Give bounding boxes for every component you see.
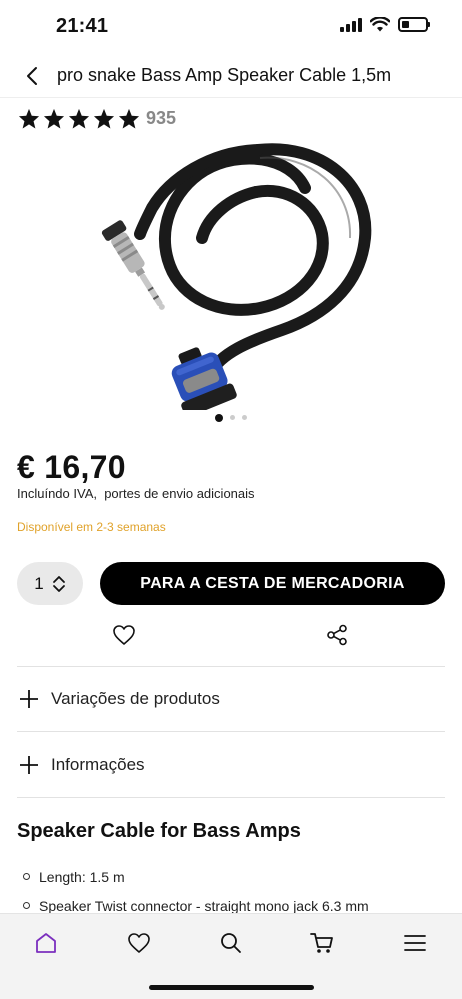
status-time: 21:41	[56, 15, 109, 37]
product-image[interactable]	[60, 138, 400, 410]
back-button[interactable]	[18, 62, 46, 90]
star-icon	[93, 108, 115, 129]
accordion-label: Variações de produtos	[51, 689, 220, 708]
tab-cart[interactable]	[307, 928, 337, 958]
share-icon	[327, 624, 347, 646]
accordion-information[interactable]: Informações	[17, 745, 445, 785]
star-icon	[68, 108, 90, 129]
carousel-dot[interactable]	[215, 414, 223, 422]
status-icons	[340, 17, 430, 32]
star-icon	[18, 108, 40, 129]
wishlist-button[interactable]	[109, 620, 139, 650]
bullet-icon	[23, 873, 30, 880]
heart-icon	[113, 625, 135, 645]
accordion-label: Informações	[51, 755, 145, 774]
divider	[17, 666, 445, 667]
quantity-selector[interactable]: 1	[17, 562, 83, 605]
tab-search[interactable]	[216, 928, 246, 958]
star-icon	[43, 108, 65, 129]
image-carousel-dots[interactable]	[0, 414, 462, 422]
page-header: pro snake Bass Amp Speaker Cable 1,5m	[0, 54, 462, 98]
price-note: Incluíndo IVA, portes de envio adicionai…	[17, 486, 255, 501]
page-title: pro snake Bass Amp Speaker Cable 1,5m	[57, 65, 392, 85]
carousel-dot[interactable]	[230, 415, 235, 420]
product-price: € 16,70	[17, 449, 126, 485]
spec-text: Speaker Twist connector - straight mono …	[39, 897, 369, 914]
home-icon	[36, 933, 56, 953]
description-heading: Speaker Cable for Bass Amps	[17, 820, 301, 842]
accordion-product-variations[interactable]: Variações de produtos	[17, 679, 445, 719]
rating-stars	[18, 108, 140, 129]
cart-icon	[310, 933, 333, 953]
plus-icon	[17, 753, 41, 777]
bottom-tab-bar	[0, 913, 462, 999]
quantity-value: 1	[34, 573, 44, 593]
availability-status: Disponível em 2-3 semanas	[17, 520, 166, 534]
spec-list: Length: 1.5 m Speaker Twist connector - …	[23, 862, 369, 920]
cellular-signal-icon	[340, 17, 362, 32]
wifi-icon	[370, 17, 390, 32]
plus-icon	[17, 687, 41, 711]
chevron-left-icon	[27, 67, 37, 85]
rating-count: 935	[146, 108, 177, 128]
tab-wishlist[interactable]	[124, 928, 154, 958]
divider	[17, 797, 445, 798]
chevron-up-down-icon	[52, 575, 65, 592]
search-icon	[221, 933, 241, 953]
home-indicator	[149, 985, 314, 990]
product-rating[interactable]: 935	[18, 108, 176, 129]
divider	[17, 731, 445, 732]
add-to-cart-button[interactable]: PARA A CESTA DE MERCADORIA	[100, 562, 445, 605]
status-bar: 21:41	[0, 0, 462, 54]
carousel-dot[interactable]	[242, 415, 247, 420]
star-icon	[118, 108, 140, 129]
list-item: Length: 1.5 m	[23, 862, 369, 891]
bullet-icon	[23, 902, 30, 909]
menu-icon	[404, 935, 426, 951]
share-button[interactable]	[322, 620, 352, 650]
battery-icon	[398, 17, 430, 32]
heart-icon	[128, 933, 150, 953]
tab-menu[interactable]	[400, 928, 430, 958]
tab-home[interactable]	[31, 928, 61, 958]
spec-text: Length: 1.5 m	[39, 868, 125, 885]
